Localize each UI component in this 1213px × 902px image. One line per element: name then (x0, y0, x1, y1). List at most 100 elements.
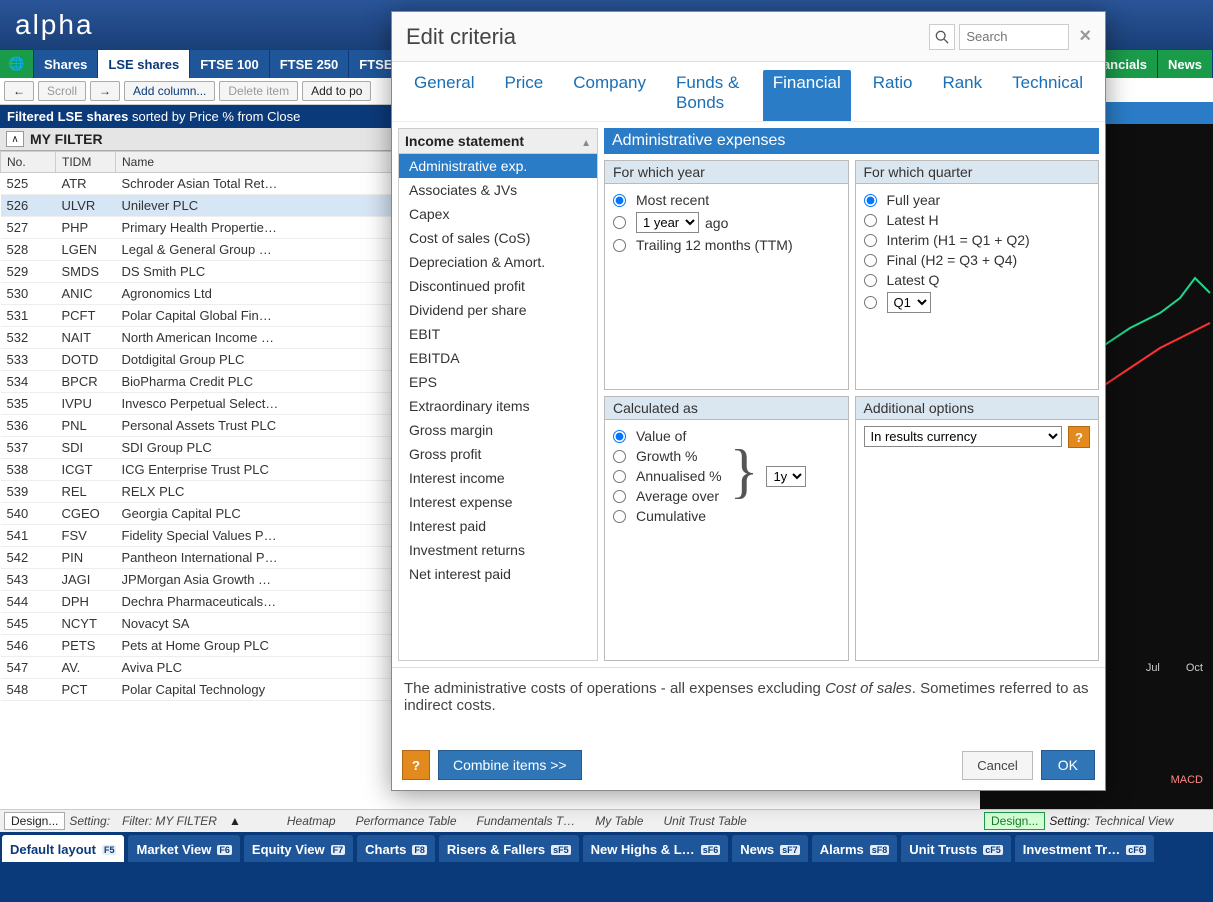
sidenav-item[interactable]: Discontinued profit (399, 274, 597, 298)
radio-cumulative[interactable] (613, 510, 626, 523)
help-currency-button[interactable]: ? (1068, 426, 1090, 448)
dropdown-arrow-icon[interactable]: ▲ (229, 814, 241, 828)
filter-summary-sort: sorted by Price % from Close (128, 109, 300, 124)
bottom-tab[interactable]: Default layoutF5 (2, 835, 124, 862)
sort-up-icon[interactable] (581, 133, 591, 149)
perf-table-link[interactable]: Performance Table (348, 814, 465, 828)
quarter-panel: For which quarter Full year Latest H Int… (855, 160, 1100, 390)
sidenav-item[interactable]: Investment returns (399, 538, 597, 562)
topnav-news[interactable]: News (1158, 50, 1213, 78)
modal-tabs: General Price Company Funds & Bonds Fina… (392, 62, 1105, 122)
heatmap-link[interactable]: Heatmap (279, 814, 344, 828)
tab-technical[interactable]: Technical (1004, 70, 1091, 121)
bottom-tab[interactable]: NewssF7 (732, 835, 807, 862)
bottom-tab[interactable]: ChartsF8 (357, 835, 435, 862)
setting-label: Setting: (69, 814, 110, 828)
radio-ago[interactable] (613, 216, 626, 229)
sidenav-list[interactable]: Administrative exp.Associates & JVsCapex… (399, 154, 597, 660)
topnav-ftse100[interactable]: FTSE 100 (190, 50, 270, 78)
add-to-portfolio-button[interactable]: Add to po (302, 81, 371, 101)
radio-ttm[interactable] (613, 239, 626, 252)
topnav-ftse250[interactable]: FTSE 250 (270, 50, 350, 78)
sidenav-item[interactable]: EBITDA (399, 346, 597, 370)
radio-final[interactable] (864, 254, 877, 267)
search-input[interactable] (959, 24, 1069, 50)
sidenav-item[interactable]: Interest expense (399, 490, 597, 514)
sidenav-item[interactable]: Gross margin (399, 418, 597, 442)
sidenav-item[interactable]: EPS (399, 370, 597, 394)
radio-value-of[interactable] (613, 430, 626, 443)
technical-view-link[interactable]: Technical View (1094, 814, 1173, 828)
tab-financial[interactable]: Financial (763, 70, 851, 121)
sidenav-item[interactable]: Administrative exp. (399, 154, 597, 178)
bottom-tab[interactable]: New Highs & L…sF6 (583, 835, 729, 862)
tab-funds-bonds[interactable]: Funds & Bonds (668, 70, 749, 121)
tab-ratio[interactable]: Ratio (865, 70, 921, 121)
sidenav-item[interactable]: Dividend per share (399, 298, 597, 322)
edit-criteria-modal: Edit criteria × General Price Company Fu… (391, 11, 1106, 791)
bottom-tab[interactable]: Unit TrustscF5 (901, 835, 1010, 862)
delete-item-button[interactable]: Delete item (219, 81, 298, 101)
tab-price[interactable]: Price (496, 70, 551, 121)
topnav-shares[interactable]: Shares (34, 50, 98, 78)
sidenav-item[interactable]: Cost of sales (CoS) (399, 226, 597, 250)
bottom-tab[interactable]: Equity ViewF7 (244, 835, 353, 862)
col-no[interactable]: No. (1, 152, 56, 173)
sidenav-item[interactable]: Depreciation & Amort. (399, 250, 597, 274)
tab-rank[interactable]: Rank (934, 70, 990, 121)
globe-button[interactable]: 🌐 (0, 50, 34, 78)
sidenav-item[interactable]: Associates & JVs (399, 178, 597, 202)
bottom-tab[interactable]: Market ViewF6 (128, 835, 239, 862)
sidenav-item[interactable]: Net interest paid (399, 562, 597, 586)
topnav-lse-shares[interactable]: LSE shares (98, 50, 190, 78)
filter-summary-bold: Filtered LSE shares (7, 109, 128, 124)
combine-items-button[interactable]: Combine items >> (438, 750, 582, 780)
radio-quarter-select[interactable] (864, 296, 877, 309)
my-table-link[interactable]: My Table (587, 814, 651, 828)
brace-icon: } (730, 446, 759, 496)
sidenav: Income statement Administrative exp.Asso… (398, 128, 598, 661)
period-select[interactable]: 1y (766, 466, 806, 487)
tab-company[interactable]: Company (565, 70, 654, 121)
add-column-button[interactable]: Add column... (124, 81, 215, 101)
sidenav-item[interactable]: Interest paid (399, 514, 597, 538)
scroll-label: Scroll (38, 81, 86, 101)
radio-interim[interactable] (864, 234, 877, 247)
design-button-left[interactable]: Design... (4, 812, 65, 830)
radio-full-year[interactable] (864, 194, 877, 207)
collapse-icon[interactable]: ∧ (6, 131, 24, 147)
radio-growth[interactable] (613, 450, 626, 463)
close-icon[interactable]: × (1079, 25, 1091, 48)
sidenav-item[interactable]: EBIT (399, 322, 597, 346)
currency-select[interactable]: In results currency (864, 426, 1063, 447)
additional-panel-head: Additional options (856, 397, 1099, 420)
bottom-tab[interactable]: Risers & FallerssF5 (439, 835, 579, 862)
radio-latest-q[interactable] (864, 274, 877, 287)
sidenav-item[interactable]: Gross profit (399, 442, 597, 466)
scroll-left-button[interactable]: ← (4, 81, 34, 101)
radio-average[interactable] (613, 490, 626, 503)
radio-annualised[interactable] (613, 470, 626, 483)
cancel-button[interactable]: Cancel (962, 751, 1032, 780)
col-tidm[interactable]: TIDM (56, 152, 116, 173)
search-icon[interactable] (929, 24, 955, 50)
sidenav-item[interactable]: Extraordinary items (399, 394, 597, 418)
unit-trust-table-link[interactable]: Unit Trust Table (655, 814, 754, 828)
fundamentals-link[interactable]: Fundamentals T… (469, 814, 584, 828)
filter-link[interactable]: Filter: MY FILTER (114, 814, 225, 828)
sidenav-item[interactable]: Interest income (399, 466, 597, 490)
radio-most-recent[interactable] (613, 194, 626, 207)
help-footer-button[interactable]: ? (402, 750, 430, 780)
years-ago-select[interactable]: 1 year (636, 212, 699, 233)
bottom-tab[interactable]: Investment Tr…cF6 (1015, 835, 1154, 862)
sidenav-item[interactable]: Capex (399, 202, 597, 226)
description-box: The administrative costs of operations -… (392, 667, 1105, 740)
ok-button[interactable]: OK (1041, 750, 1095, 780)
design-button-right[interactable]: Design... (984, 812, 1045, 830)
radio-latest-h[interactable] (864, 214, 877, 227)
setting-label-right: Setting: (1049, 814, 1090, 828)
bottom-tab[interactable]: AlarmssF8 (812, 835, 898, 862)
tab-general[interactable]: General (406, 70, 482, 121)
scroll-right-button[interactable]: → (90, 81, 120, 101)
quarter-select[interactable]: Q1 (887, 292, 931, 313)
